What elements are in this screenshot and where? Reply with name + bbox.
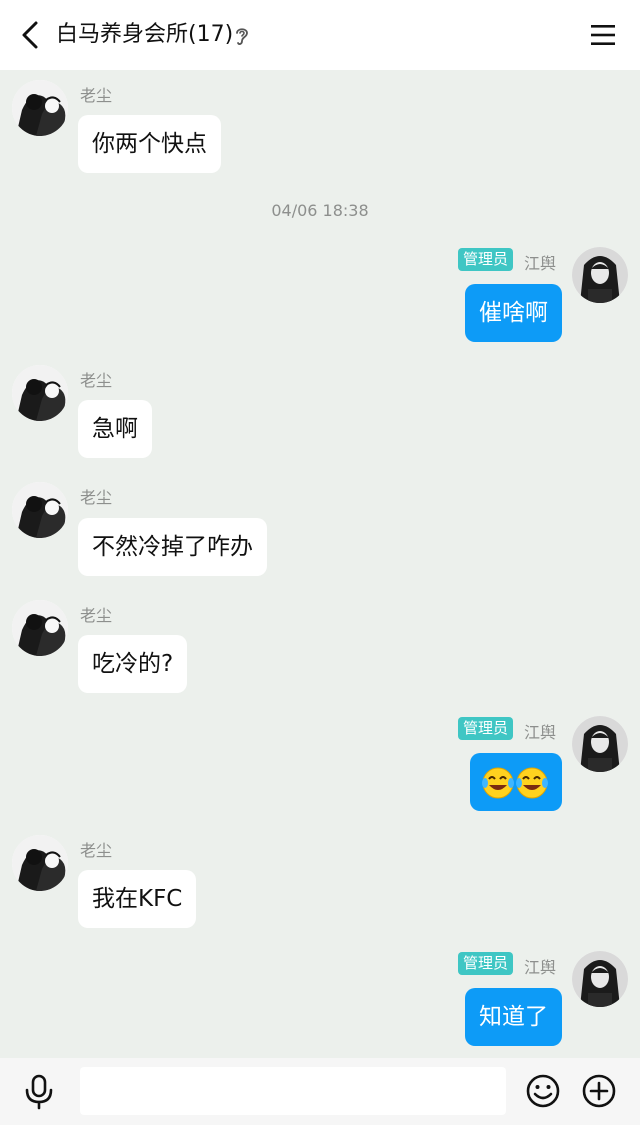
message-bubble[interactable]: 不然冷掉了咋办 <box>78 518 267 576</box>
timestamp: 04/06 18:38 <box>271 201 369 220</box>
sender-name: 江舆 <box>524 254 557 273</box>
admin-badge: 管理员 <box>458 952 514 975</box>
laughing-crying-emoji-icon <box>482 767 548 799</box>
sender-name: 江舆 <box>524 723 557 742</box>
ear-icon[interactable] <box>232 24 252 48</box>
emoji-message-bubble[interactable] <box>470 753 562 811</box>
avatar[interactable] <box>12 80 68 136</box>
avatar[interactable] <box>12 835 68 891</box>
avatar[interactable] <box>12 600 68 656</box>
avatar[interactable] <box>572 716 628 772</box>
admin-badge: 管理员 <box>458 717 514 740</box>
message-bubble[interactable]: 我在KFC <box>78 870 197 928</box>
sender-name: 老尘 <box>80 86 113 105</box>
avatar[interactable] <box>572 247 628 303</box>
avatar[interactable] <box>572 951 628 1007</box>
message-bubble[interactable]: 知道了 <box>465 988 562 1046</box>
sender-name: 老尘 <box>80 371 113 390</box>
menu-icon <box>591 25 615 45</box>
sender-name: 江舆 <box>524 958 557 977</box>
smiley-icon[interactable] <box>525 1073 561 1109</box>
back-button[interactable] <box>10 15 50 55</box>
message-bubble[interactable]: 你两个快点 <box>78 115 221 173</box>
avatar[interactable] <box>12 482 68 538</box>
chat-screen: 白马养身会所(17) 老尘 你两个快点 04/06 18:38 江舆 管理员 催… <box>0 0 640 1125</box>
plus-circle-icon[interactable] <box>581 1073 617 1109</box>
microphone-icon[interactable] <box>22 1074 56 1110</box>
chevron-left-icon <box>22 21 38 49</box>
chat-title[interactable]: 白马养身会所(17) <box>56 18 233 52</box>
chat-header: 白马养身会所(17) <box>0 0 640 70</box>
admin-badge: 管理员 <box>458 248 514 271</box>
message-bubble[interactable]: 急啊 <box>78 400 152 458</box>
message-bubble[interactable]: 催啥啊 <box>465 284 562 342</box>
sender-name: 老尘 <box>80 488 113 507</box>
message-bubble[interactable]: 吃冷的? <box>78 635 188 693</box>
input-bar <box>0 1058 640 1125</box>
avatar[interactable] <box>12 365 68 421</box>
sender-name: 老尘 <box>80 606 113 625</box>
menu-button[interactable] <box>586 18 620 52</box>
message-input[interactable] <box>80 1067 506 1115</box>
sender-name: 老尘 <box>80 841 113 860</box>
